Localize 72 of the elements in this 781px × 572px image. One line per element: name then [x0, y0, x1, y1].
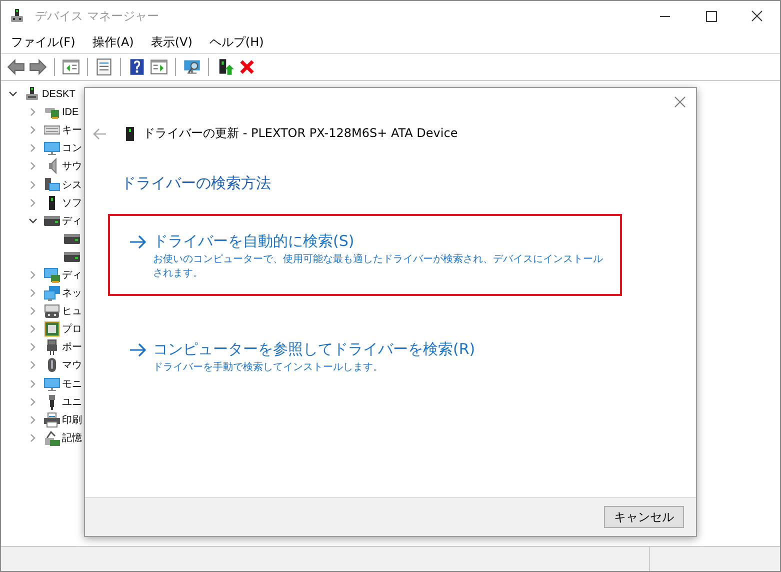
- expand-chevron-icon[interactable]: [29, 361, 37, 370]
- properties-icon[interactable]: [95, 58, 113, 76]
- back-arrow-icon[interactable]: [7, 58, 25, 76]
- expand-chevron-icon[interactable]: [29, 343, 37, 352]
- menu-item[interactable]: ファイル(F): [3, 34, 84, 50]
- remove-icon[interactable]: [238, 58, 256, 76]
- tree-item[interactable]: キー: [62, 123, 82, 138]
- expand-chevron-icon[interactable]: [29, 270, 37, 279]
- tree-item[interactable]: シス: [62, 178, 82, 192]
- tree-item[interactable]: ディ: [62, 214, 82, 228]
- computer-icon: [24, 86, 40, 102]
- tree-item[interactable]: ソフ: [62, 196, 82, 210]
- tree-item[interactable]: プロ: [62, 322, 82, 336]
- menu-item[interactable]: 操作(A): [84, 34, 143, 50]
- expand-chevron-icon[interactable]: [29, 126, 37, 134]
- dialog-heading: ドライバーの検索方法: [121, 174, 272, 193]
- expand-chevron-icon[interactable]: [29, 325, 37, 334]
- tree-item[interactable]: 印刷: [62, 412, 82, 427]
- pane-icon[interactable]: [62, 58, 80, 76]
- expand-chevron-icon[interactable]: [29, 198, 37, 207]
- expand-chevron-icon[interactable]: [29, 144, 37, 152]
- drive-icon: [126, 126, 134, 140]
- collapse-chevron-icon[interactable]: [29, 216, 37, 225]
- tree-item[interactable]: サウ: [62, 159, 82, 174]
- processor-icon: [44, 321, 60, 338]
- collapse-chevron-icon[interactable]: [9, 90, 17, 98]
- tree-item[interactable]: ディ: [62, 268, 82, 282]
- monitor-search-icon[interactable]: [183, 58, 201, 76]
- tree-item[interactable]: モニ: [62, 376, 82, 391]
- help-icon[interactable]: [128, 58, 146, 76]
- tree-item[interactable]: ヒュ: [62, 304, 82, 318]
- expand-chevron-icon[interactable]: [29, 434, 37, 442]
- option-link[interactable]: ドライバーを自動的に検索(S): [153, 232, 603, 251]
- close-icon[interactable]: [674, 96, 686, 108]
- tree-item[interactable]: 記憶: [62, 430, 82, 445]
- system-icon: [44, 176, 60, 193]
- tree-item[interactable]: ポー: [62, 340, 82, 354]
- storage-icon: [44, 430, 60, 446]
- display-adapter-icon: [44, 266, 60, 283]
- expand-chevron-icon[interactable]: [29, 398, 37, 406]
- window-title: デバイス マネージャー: [35, 8, 160, 24]
- expand-chevron-icon[interactable]: [29, 416, 37, 424]
- option-description: お使いのコンピューターで、使用可能な最も適したドライバーが検索され、デバイスにインストールされます。: [153, 253, 603, 281]
- tree-item[interactable]: マウ: [62, 358, 82, 372]
- tree-item[interactable]: IDE: [62, 106, 79, 118]
- option-link[interactable]: コンピューターを参照してドライバーを検索(R): [153, 340, 603, 359]
- menu-item[interactable]: ヘルプ(H): [201, 34, 273, 50]
- tree-item[interactable]: DESKT: [42, 88, 76, 100]
- arrow-icon: [129, 343, 147, 357]
- forward-arrow-icon[interactable]: [29, 58, 47, 76]
- pane-icon[interactable]: [150, 58, 168, 76]
- tree-item[interactable]: コン: [62, 141, 82, 156]
- option-description: ドライバーを手動で検索してインストールします。: [153, 361, 384, 375]
- network-icon: [44, 285, 60, 302]
- tree-item[interactable]: ネッ: [62, 286, 82, 300]
- input-device-icon: [44, 303, 60, 320]
- expand-chevron-icon[interactable]: [29, 307, 37, 316]
- menu-item[interactable]: 表示(V): [142, 34, 202, 50]
- expand-chevron-icon[interactable]: [29, 180, 37, 189]
- monitor-icon: [44, 376, 60, 392]
- printer-icon: [44, 412, 60, 428]
- arrow-icon: [129, 235, 147, 249]
- monitor-icon: [44, 140, 60, 156]
- computer-icon: [9, 8, 25, 24]
- expand-chevron-icon[interactable]: [29, 162, 37, 170]
- expand-chevron-icon[interactable]: [29, 380, 37, 388]
- tree-item[interactable]: ユニ: [62, 394, 82, 409]
- dialog-title: ドライバーの更新 - PLEXTOR PX-128M6S+ ATA Device: [143, 125, 458, 142]
- expand-chevron-icon[interactable]: [29, 108, 37, 116]
- cancel-button[interactable]: キャンセル: [604, 506, 684, 528]
- port-icon: [44, 339, 60, 356]
- expand-chevron-icon[interactable]: [29, 289, 37, 298]
